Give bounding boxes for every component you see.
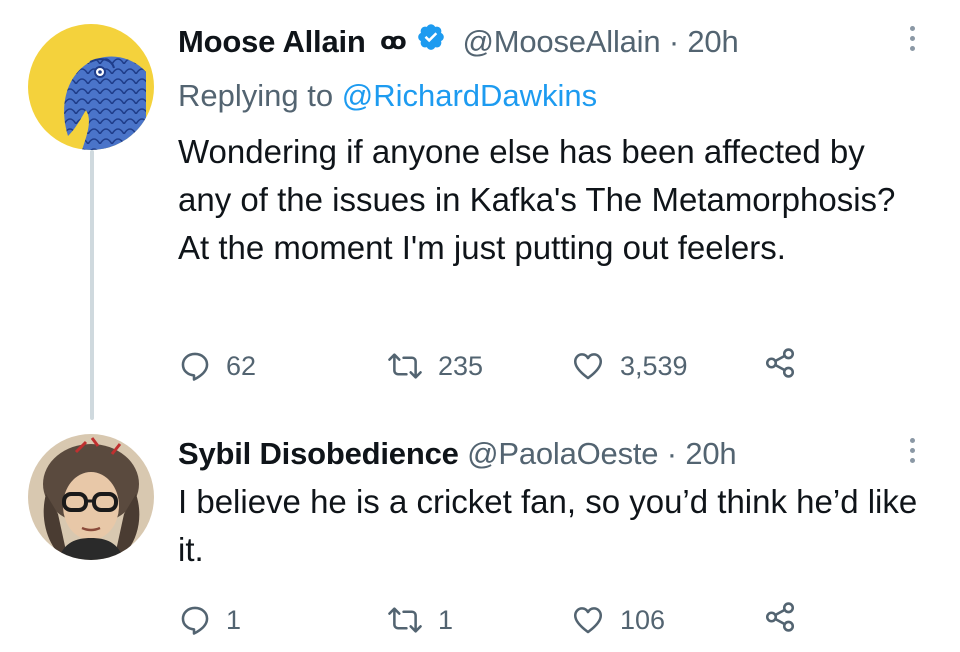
more-options-icon[interactable] [908,26,916,51]
avatar-sybil-disobedience[interactable] [28,434,154,560]
replying-to-line: Replying to @RichardDawkins [178,76,597,116]
separator-dot: · [666,436,677,471]
tweet-moose-allain[interactable]: Moose Allain ꝏ @MooseAllain · 20h Replyi… [0,0,960,410]
share-icon [765,602,795,632]
retweet-button[interactable]: 235 [386,346,483,386]
replying-to-prefix: Replying to [178,78,334,113]
more-options-icon[interactable] [908,438,916,463]
tweet-header: Sybil Disobedience @PaolaOeste · 20h [178,434,737,474]
like-count: 3,539 [620,351,688,381]
portrait-avatar-image [28,434,154,560]
verified-badge-icon [416,22,446,62]
replying-to-mention-link[interactable]: @RichardDawkins [342,78,597,113]
like-button[interactable]: 3,539 [570,346,688,386]
user-handle[interactable]: @PaolaOeste [467,436,658,471]
tweet-actions: 62 235 3,539 [178,346,818,386]
separator-dot: · [668,24,679,60]
tweet-text: I believe he is a cricket fan, so you’d … [178,483,918,568]
reply-count: 62 [226,351,257,381]
like-count: 106 [620,605,666,635]
display-name[interactable]: Sybil Disobedience [178,436,459,471]
share-button[interactable] [762,346,798,380]
tweet-sybil-disobedience[interactable]: Sybil Disobedience @PaolaOeste · 20h I b… [0,410,960,652]
tweet-actions: 1 1 106 [178,600,818,640]
reply-button[interactable]: 62 [178,346,256,386]
timestamp[interactable]: 20h [687,24,738,59]
timestamp[interactable]: 20h [685,436,736,471]
retweet-icon [388,353,422,379]
reply-button[interactable]: 1 [178,600,241,640]
retweet-count: 1 [438,605,454,635]
reply-icon [181,352,209,381]
bird-drawing-avatar-image [28,24,154,150]
share-button[interactable] [762,600,798,634]
display-name[interactable]: Moose Allain [178,24,366,59]
avatar-moose-allain[interactable] [28,24,154,150]
reply-count: 1 [226,605,242,635]
name-emoji: ꝏ [380,28,406,55]
share-icon [765,348,795,378]
tweet-header: Moose Allain ꝏ @MooseAllain · 20h [178,22,739,66]
reply-icon [181,606,209,635]
retweet-count: 235 [438,351,484,381]
user-handle[interactable]: @MooseAllain [462,24,660,59]
tweet-text: Wondering if anyone else has been affect… [178,133,896,266]
like-button[interactable]: 106 [570,600,665,640]
retweet-icon [388,607,422,633]
like-icon [573,607,603,634]
retweet-button[interactable]: 1 [386,600,453,640]
like-icon [573,353,603,380]
